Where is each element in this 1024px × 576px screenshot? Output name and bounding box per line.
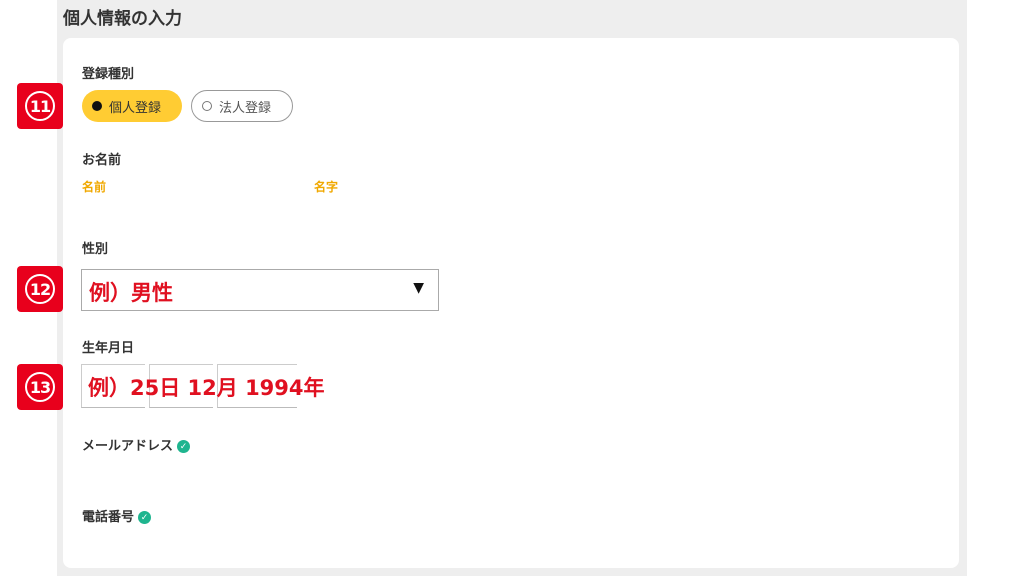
radio-individual[interactable]: 個人登録 — [82, 90, 182, 122]
radio-corporate[interactable]: 法人登録 — [191, 90, 293, 122]
step-badge-13: 13 — [17, 364, 63, 410]
gender-example: 例）男性 — [89, 281, 173, 305]
phone-label-row: 電話番号 ✓ — [82, 506, 152, 525]
verified-check-icon: ✓ — [138, 511, 152, 524]
step-badge-12: 12 — [17, 266, 63, 312]
radio-unchecked-icon — [202, 101, 212, 111]
radio-corporate-label: 法人登録 — [219, 100, 272, 116]
email-label: メールアドレス — [82, 439, 174, 454]
phone-label: 電話番号 — [82, 510, 135, 525]
radio-checked-icon — [92, 101, 102, 111]
birthday-label: 生年月日 — [82, 341, 135, 356]
birthday-example: 例）25日 12月 1994年 — [88, 376, 325, 400]
gender-select[interactable]: 例）男性 ▼ — [81, 269, 439, 311]
dropdown-arrow-icon: ▼ — [413, 280, 424, 296]
gender-label: 性別 — [82, 242, 109, 257]
registration-type-label: 登録種別 — [82, 67, 135, 82]
page-title: 個人情報の入力 — [63, 9, 182, 29]
step-number: 13 — [25, 372, 55, 402]
verified-check-icon: ✓ — [177, 440, 191, 453]
radio-individual-label: 個人登録 — [109, 100, 162, 116]
step-badge-11: 11 — [17, 83, 63, 129]
last-name-label: 名字 — [314, 180, 339, 194]
first-name-label: 名前 — [82, 180, 107, 194]
step-number: 11 — [25, 91, 55, 121]
email-label-row: メールアドレス ✓ — [82, 435, 191, 454]
name-label: お名前 — [82, 153, 122, 168]
step-number: 12 — [25, 274, 55, 304]
